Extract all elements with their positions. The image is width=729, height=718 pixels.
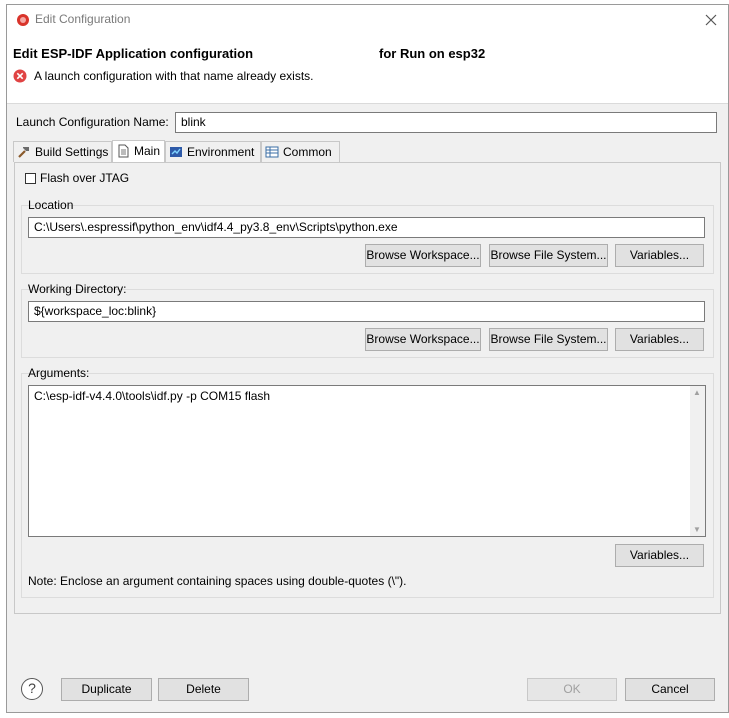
config-name-label: Launch Configuration Name:: [16, 115, 169, 129]
tab-label: Build Settings: [35, 145, 109, 159]
document-icon: [118, 144, 129, 158]
ok-button[interactable]: OK: [527, 678, 617, 701]
tab-label: Main: [134, 144, 161, 158]
common-table-icon: [265, 146, 279, 158]
location-variables-button[interactable]: Variables...: [615, 244, 704, 267]
flash-jtag-checkbox[interactable]: [25, 173, 36, 184]
eclipse-launch-icon: [17, 14, 29, 26]
working-directory-label: Working Directory:: [28, 282, 127, 296]
title-bar: Edit Configuration: [7, 5, 728, 35]
duplicate-button[interactable]: Duplicate: [61, 678, 152, 701]
arguments-scrollbar[interactable]: ▲ ▼: [690, 386, 705, 536]
location-browse-workspace-button[interactable]: Browse Workspace...: [365, 244, 481, 267]
tab-common[interactable]: Common: [261, 141, 340, 162]
scroll-up-icon[interactable]: ▲: [693, 388, 701, 397]
location-label: Location: [28, 198, 74, 212]
scroll-down-icon[interactable]: ▼: [693, 525, 701, 534]
tab-main[interactable]: Main: [112, 140, 165, 162]
location-input[interactable]: C:\Users\.espressif\python_env\idf4.4_py…: [28, 217, 705, 238]
arguments-note: Note: Enclose an argument containing spa…: [28, 574, 407, 588]
arguments-variables-button[interactable]: Variables...: [615, 544, 704, 567]
tab-environment[interactable]: Environment: [165, 141, 261, 162]
header-title-suffix: for Run on esp32: [379, 46, 486, 61]
header-title-prefix: Edit ESP-IDF Application configuration: [13, 46, 254, 61]
hammer-icon: [18, 147, 29, 158]
workdir-browse-workspace-button[interactable]: Browse Workspace...: [365, 328, 481, 351]
workdir-variables-button[interactable]: Variables...: [615, 328, 704, 351]
dialog-header: Edit ESP-IDF Application configuration f…: [7, 35, 728, 104]
help-icon[interactable]: ?: [21, 678, 43, 700]
tab-label: Environment: [187, 145, 255, 159]
location-browse-filesystem-button[interactable]: Browse File System...: [489, 244, 608, 267]
working-directory-input[interactable]: ${workspace_loc:blink}: [28, 301, 705, 322]
cancel-button[interactable]: Cancel: [625, 678, 715, 701]
close-icon[interactable]: [705, 14, 717, 26]
flash-jtag-label: Flash over JTAG: [40, 171, 130, 185]
arguments-textarea[interactable]: C:\esp-idf-v4.4.0\tools\idf.py -p COM15 …: [28, 385, 706, 537]
error-icon: [13, 69, 27, 83]
tab-label: Common: [283, 145, 332, 159]
delete-button[interactable]: Delete: [158, 678, 249, 701]
config-name-input[interactable]: blink: [175, 112, 717, 133]
arguments-text: C:\esp-idf-v4.4.0\tools\idf.py -p COM15 …: [34, 389, 271, 403]
arguments-label: Arguments:: [28, 366, 90, 380]
environment-icon: [170, 147, 182, 157]
error-message: A launch configuration with that name al…: [34, 69, 314, 83]
workdir-browse-filesystem-button[interactable]: Browse File System...: [489, 328, 608, 351]
window-title: Edit Configuration: [35, 12, 131, 26]
tab-build-settings[interactable]: Build Settings: [13, 141, 112, 162]
edit-configuration-dialog: Edit Configuration Edit ESP-IDF Applicat…: [6, 4, 729, 713]
